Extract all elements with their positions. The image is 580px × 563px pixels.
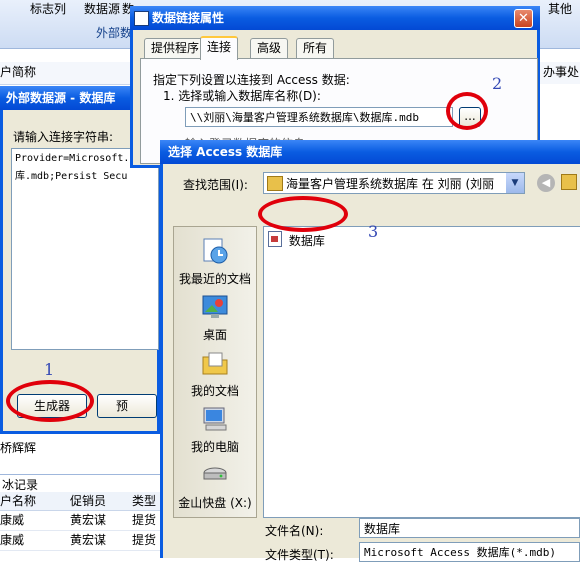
table-row[interactable]: 康威 黄宏谋 提货	[0, 532, 170, 551]
connection-string-prompt: 请输入连接字符串:	[13, 130, 114, 144]
connection-instruction: 指定下列设置以连接到 Access 数据:	[153, 73, 350, 87]
place-recent[interactable]: 我最近的文档	[174, 237, 256, 287]
cell-promoter: 黄宏谋	[70, 513, 107, 527]
datalink-title-text: 数据链接属性	[152, 11, 225, 25]
desktop-icon	[202, 295, 228, 318]
cell-name: 康威	[0, 533, 25, 547]
up-folder-icon[interactable]	[561, 174, 577, 190]
bottom-col-type[interactable]: 类型	[132, 491, 156, 511]
lookin-label: 查找范围(I):	[183, 178, 248, 192]
annotation-number-2: 2	[492, 74, 503, 93]
ribbon-group-label: 外部数	[96, 26, 133, 40]
tab-all[interactable]: 所有	[296, 38, 335, 58]
table-row[interactable]: 康威 黄宏谋 提货	[0, 512, 170, 531]
filetype-label: 文件类型(T):	[265, 548, 334, 562]
places-bar: 我最近的文档 桌面 我的文档 我的电脑 金山快盘 (X:)	[173, 226, 257, 518]
place-my-computer[interactable]: 我的电脑	[174, 405, 256, 455]
bottom-col-promoter[interactable]: 促销员	[70, 491, 106, 511]
place-label: 金山快盘 (X:)	[178, 496, 252, 510]
annotation-ring-2	[446, 92, 488, 130]
connection-string-textarea[interactable]: Provider=Microsoft. 库.mdb;Persist Secu	[11, 148, 159, 350]
cell-name: 康威	[0, 513, 25, 527]
cell-type: 提货	[132, 533, 157, 547]
datalink-window-icon	[134, 11, 149, 26]
place-label: 桌面	[202, 328, 227, 342]
my-documents-icon	[202, 352, 228, 375]
filetype-dropdown[interactable]: Microsoft Access 数据库(*.mdb)	[359, 542, 580, 562]
list-item[interactable]: 数据库	[268, 231, 325, 249]
place-label: 我最近的文档	[178, 272, 251, 286]
recent-documents-icon	[203, 238, 228, 264]
back-icon[interactable]: ◀	[537, 174, 555, 192]
grid-row-name[interactable]: 桥辉辉	[0, 438, 36, 458]
place-kuaipan[interactable]: 金山快盘 (X:)	[174, 461, 256, 511]
col-customer-short[interactable]: 户简称	[0, 62, 36, 82]
bottom-grid-header: 户名称 促销员 类型	[0, 492, 170, 511]
filename-label: 文件名(N):	[265, 524, 324, 538]
connection-string-line-1: Provider=Microsoft.	[15, 153, 130, 164]
tab-connection[interactable]: 连接	[200, 36, 239, 60]
select-access-database-dialog: 选择 Access 数据库 查找范围(I): 海量客户管理系统数据库 在 刘丽 …	[160, 140, 580, 562]
annotation-number-3: 3	[368, 222, 379, 241]
lookin-dropdown[interactable]: 海量客户管理系统数据库 在 刘丽 (刘丽 ▼	[263, 172, 525, 194]
folder-icon	[267, 176, 283, 191]
place-label: 我的电脑	[190, 440, 239, 454]
preview-button[interactable]: 预	[97, 394, 157, 418]
cell-promoter: 黄宏谋	[70, 533, 107, 547]
tab-provider[interactable]: 提供程序	[144, 38, 207, 58]
filename-input[interactable]: 数据库	[359, 518, 580, 538]
grid-fill	[540, 84, 580, 114]
col-office[interactable]: 办事处	[543, 62, 579, 82]
file-name: 数据库	[288, 234, 325, 248]
place-my-documents[interactable]: 我的文档	[174, 349, 256, 399]
annotation-ring-1	[6, 380, 94, 422]
tab-advanced[interactable]: 高级	[250, 38, 289, 58]
mdb-file-icon	[268, 231, 282, 247]
step1-label: 1. 选择或输入数据库名称(D):	[163, 89, 321, 103]
bottom-col-name[interactable]: 户名称	[0, 491, 36, 511]
cell-type: 提货	[132, 513, 157, 527]
annotation-ring-3	[258, 196, 348, 232]
file-list[interactable]: 数据库	[263, 226, 580, 518]
chevron-down-icon[interactable]: ▼	[506, 173, 524, 193]
access-dialog-title: 选择 Access 数据库	[160, 140, 580, 164]
close-icon[interactable]: ✕	[514, 9, 533, 28]
datalink-dialog-title: 数据链接属性	[130, 6, 540, 30]
ribbon-tab-other[interactable]: 其他	[542, 0, 578, 18]
connection-string-line-2: 库.mdb;Persist Secu	[15, 171, 128, 182]
ribbon-tab-flag-column[interactable]: 标志列	[24, 0, 72, 18]
drive-icon	[203, 467, 227, 480]
my-computer-icon	[203, 407, 227, 431]
place-desktop[interactable]: 桌面	[174, 293, 256, 343]
annotation-number-1: 1	[44, 360, 55, 379]
database-path-input[interactable]: \\刘丽\海量客户管理系统数据库\数据库.mdb	[185, 107, 453, 127]
place-label: 我的文档	[190, 384, 239, 398]
lookin-value: 海量客户管理系统数据库 在 刘丽 (刘丽	[286, 177, 495, 191]
